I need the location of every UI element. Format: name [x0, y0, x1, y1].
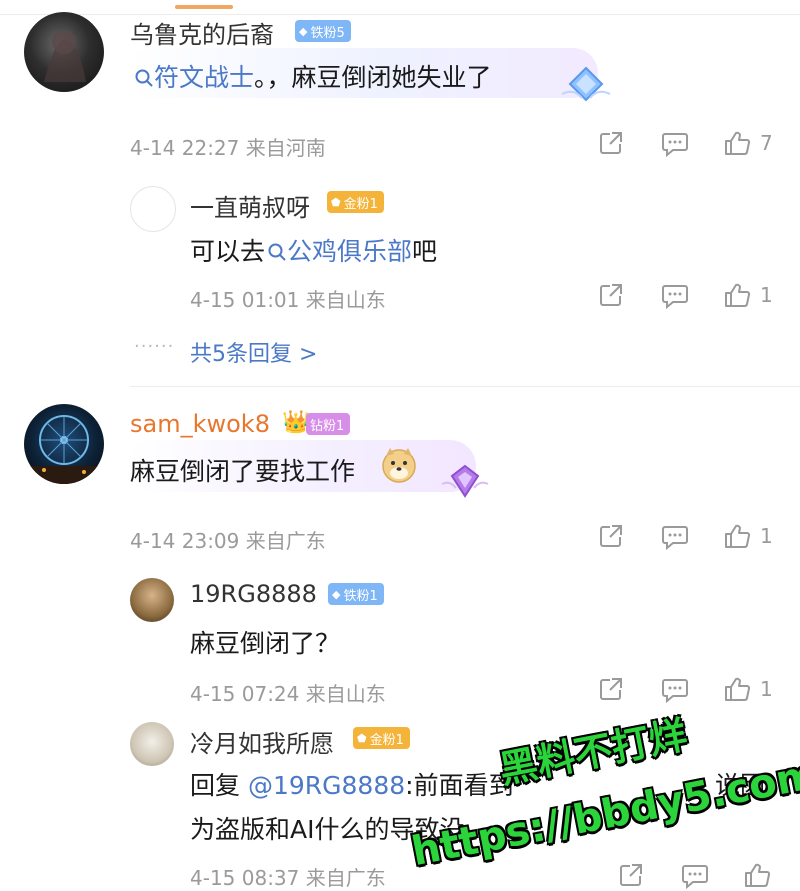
comment-icon — [662, 679, 688, 703]
like-count: 7 — [760, 131, 773, 155]
share-button[interactable] — [598, 676, 624, 702]
reply-author[interactable]: 一直萌叔呀 — [190, 188, 310, 223]
comment-text: 符文战士。，麻豆倒闭她失业了 — [134, 58, 492, 94]
like-count: 1 — [760, 677, 773, 701]
avatar[interactable] — [130, 722, 174, 766]
avatar-image — [44, 30, 86, 82]
comment-meta: 4-14 23:09 来自广东 — [130, 529, 326, 553]
search-icon — [268, 243, 286, 261]
gold-icon: ⬟ — [331, 195, 341, 209]
share-icon — [600, 525, 622, 547]
reply-meta: 4-15 08:37 来自广东 — [190, 866, 386, 890]
comment-icon — [662, 133, 688, 157]
share-button[interactable] — [618, 862, 644, 888]
avatar[interactable] — [24, 12, 104, 92]
reply-text-line1: 回复 @19RG8888:前面看到 — [190, 771, 514, 800]
share-icon — [600, 132, 622, 154]
fan-badge[interactable]: ⬟ 金粉1 — [353, 727, 410, 749]
like-button[interactable] — [744, 862, 772, 888]
gold-icon: ⬟ — [357, 731, 367, 745]
like-icon — [725, 677, 751, 701]
like-button[interactable]: 1 — [724, 523, 773, 549]
like-count: 1 — [760, 283, 773, 307]
share-button[interactable] — [598, 523, 624, 549]
mention-link[interactable]: @19RG8888 — [248, 771, 405, 800]
share-icon — [620, 864, 642, 886]
share-icon — [600, 284, 622, 306]
avatar-image — [24, 415, 104, 484]
diamond-icon: ◆ — [299, 24, 308, 38]
search-link[interactable]: 符文战士 — [134, 63, 254, 92]
comment-divider — [130, 386, 800, 387]
top-divider — [0, 0, 800, 15]
search-link[interactable]: 公鸡俱乐部 — [265, 237, 412, 266]
reply-meta: 4-15 01:01 来自山东 — [190, 288, 386, 312]
more-replies-link[interactable]: 共5条回复 > — [190, 336, 317, 368]
comment-author[interactable]: sam_kwok8 — [130, 410, 270, 438]
comment-icon — [682, 865, 708, 889]
share-button[interactable] — [598, 130, 624, 156]
like-icon — [725, 524, 751, 548]
search-icon — [135, 69, 153, 87]
avatar[interactable] — [130, 186, 176, 232]
reply-meta: 4-15 07:24 来自山东 — [190, 682, 386, 706]
comment-icon — [662, 526, 688, 550]
more-dots: ······ — [134, 336, 175, 357]
share-button[interactable] — [598, 282, 624, 308]
reply-text: 麻豆倒闭了？ — [190, 629, 341, 658]
comment-author[interactable]: 乌鲁克的后裔 — [130, 15, 274, 50]
fan-badge[interactable]: ◆ 铁粉1 — [328, 583, 384, 605]
like-count: 1 — [760, 524, 773, 548]
like-icon — [745, 863, 771, 887]
fan-badge[interactable]: ⬟ 金粉1 — [327, 191, 384, 213]
comment-meta: 4-14 22:27 来自河南 — [130, 136, 326, 160]
reply-text: 可以去 公鸡俱乐部吧 — [190, 237, 438, 266]
share-icon — [600, 678, 622, 700]
reply-author[interactable]: 冷月如我所愿 — [190, 724, 334, 759]
comment-icon — [662, 285, 688, 309]
reply-button[interactable] — [661, 677, 689, 703]
diamond-icon: ◆ — [332, 587, 341, 601]
diamond-decoration-icon — [441, 464, 489, 498]
reply-button[interactable] — [681, 863, 709, 889]
fan-badge[interactable]: ◆ 铁粉5 — [295, 20, 351, 42]
reply-author[interactable]: 19RG8888 — [190, 580, 317, 608]
like-button[interactable]: 1 — [724, 676, 773, 702]
reply-button[interactable] — [661, 131, 689, 157]
like-button[interactable]: 7 — [724, 130, 773, 156]
doge-emoji-icon — [382, 448, 416, 483]
top-indicator — [175, 5, 233, 9]
diamond-decoration-icon — [561, 66, 611, 102]
comment-text: 麻豆倒闭了要找工作 — [130, 457, 356, 486]
like-icon — [725, 283, 751, 307]
fan-badge[interactable]: 钻粉1 — [306, 413, 351, 435]
reply-button[interactable] — [661, 524, 689, 550]
avatar[interactable] — [24, 404, 104, 484]
like-icon — [725, 131, 751, 155]
avatar[interactable] — [130, 578, 174, 622]
reply-button[interactable] — [661, 283, 689, 309]
like-button[interactable]: 1 — [724, 282, 773, 308]
